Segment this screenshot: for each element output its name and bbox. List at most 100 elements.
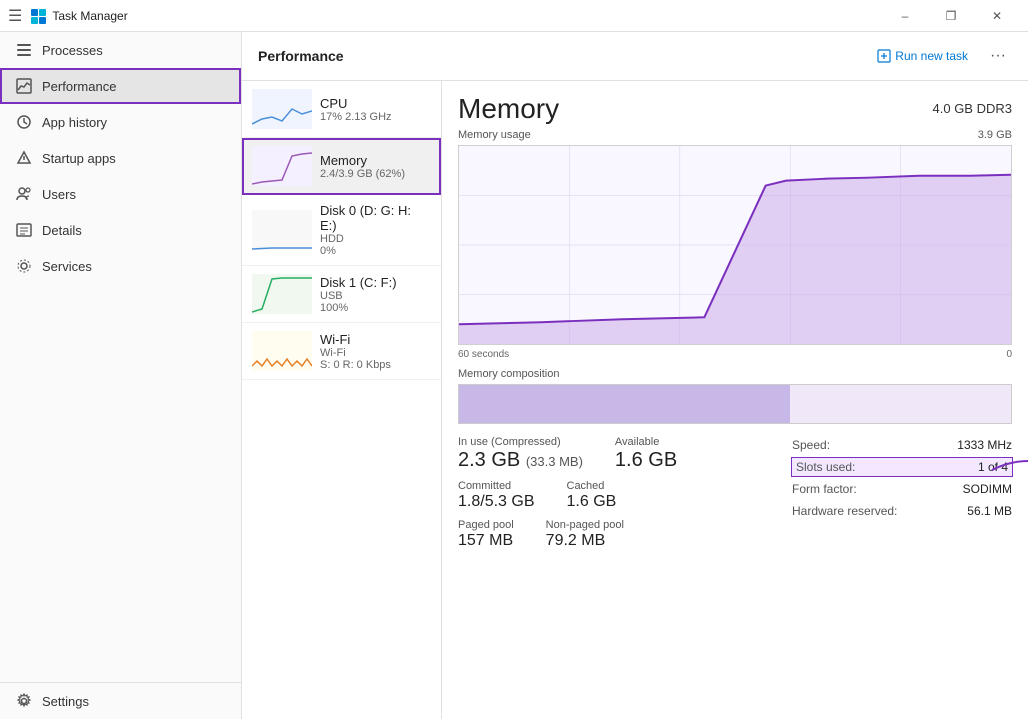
right-stats-container: Speed: 1333 MHz Slots used: 1 of 4 Form … — [792, 436, 1012, 520]
left-stats: In use (Compressed) 2.3 GB (33.3 MB) Ava… — [458, 436, 776, 550]
form-factor-label: Form factor: — [792, 482, 857, 496]
cpu-info: CPU 17% 2.13 GHz — [320, 96, 431, 123]
content-title: Performance — [258, 48, 869, 64]
hw-reserved-value: 56.1 MB — [967, 504, 1012, 518]
device-item-disk1[interactable]: Disk 1 (C: F:) USB 100% — [242, 266, 441, 323]
disk0-mini-chart — [252, 210, 312, 250]
slots-used-stat-row: Slots used: 1 of 4 — [792, 458, 1012, 476]
paged-pool-value: 157 MB — [458, 531, 514, 550]
memory-type: 4.0 GB DDR3 — [933, 101, 1012, 116]
detail-title: Memory — [458, 93, 559, 125]
available-stat: Available 1.6 GB — [615, 436, 677, 472]
performance-label: Performance — [42, 79, 116, 94]
memory-mini-chart — [252, 146, 312, 186]
more-options-button[interactable]: ··· — [984, 42, 1012, 70]
close-button[interactable]: ✕ — [974, 0, 1020, 32]
performance-icon — [16, 78, 32, 94]
memory-info: Memory 2.4/3.9 GB (62%) — [320, 153, 431, 180]
content-header: Performance Run new task ··· — [242, 32, 1028, 81]
sidebar: Processes Performance App history Startu… — [0, 32, 242, 719]
sidebar-item-settings[interactable]: Settings — [0, 682, 241, 719]
in-use-value: 2.3 GB (33.3 MB) — [458, 448, 583, 472]
in-use-compressed: (33.3 MB) — [526, 454, 583, 469]
hamburger-menu-icon[interactable]: ☰ — [8, 6, 22, 26]
device-item-disk0[interactable]: Disk 0 (D: G: H: E:) HDD 0% — [242, 195, 441, 266]
non-paged-label: Non-paged pool — [546, 519, 624, 531]
header-actions: Run new task ··· — [869, 42, 1012, 70]
chart-zero-label: 0 — [1006, 349, 1012, 360]
wifi-name: Wi-Fi — [320, 332, 431, 347]
slots-label: Slots used: — [796, 460, 855, 474]
run-new-task-button[interactable]: Run new task — [869, 45, 976, 67]
composition-label: Memory composition — [458, 368, 1012, 380]
sidebar-item-performance[interactable]: Performance — [0, 68, 241, 104]
hw-reserved-stat-row: Hardware reserved: 56.1 MB — [792, 502, 1012, 520]
performance-layout: CPU 17% 2.13 GHz Memory 2.4/3.9 GB (62%) — [242, 81, 1028, 719]
disk0-sub: HDD — [320, 233, 431, 245]
details-icon — [16, 222, 32, 238]
services-label: Services — [42, 259, 92, 274]
wifi-mini-chart — [252, 331, 312, 371]
available-value: 1.6 GB — [615, 448, 677, 472]
detail-header: Memory 4.0 GB DDR3 — [458, 93, 1012, 125]
sidebar-item-startup[interactable]: Startup apps — [0, 140, 241, 176]
memory-sub: 2.4/3.9 GB (62%) — [320, 168, 431, 180]
sidebar-item-users[interactable]: Users — [0, 176, 241, 212]
in-use-label: In use (Compressed) — [458, 436, 583, 448]
paged-pool-stat: Paged pool 157 MB — [458, 519, 514, 550]
hw-reserved-label: Hardware reserved: — [792, 504, 897, 518]
cached-label: Cached — [567, 480, 617, 492]
usage-label: Memory usage — [458, 129, 531, 141]
disk1-info: Disk 1 (C: F:) USB 100% — [320, 275, 431, 314]
memory-chart-svg — [459, 146, 1011, 344]
chart-time-label: 60 seconds — [458, 349, 509, 360]
chart-labels: 60 seconds 0 — [458, 349, 1012, 360]
sidebar-item-services[interactable]: Services — [0, 248, 241, 284]
device-item-cpu[interactable]: CPU 17% 2.13 GHz — [242, 81, 441, 138]
form-factor-stat-row: Form factor: SODIMM — [792, 480, 1012, 498]
right-stats: Speed: 1333 MHz Slots used: 1 of 4 Form … — [792, 436, 1012, 520]
stats-row-3: Paged pool 157 MB Non-paged pool 79.2 MB — [458, 519, 776, 550]
detail-subtitle: Memory usage 3.9 GB — [458, 129, 1012, 141]
device-item-memory[interactable]: Memory 2.4/3.9 GB (62%) — [242, 138, 441, 195]
in-use-stat: In use (Compressed) 2.3 GB (33.3 MB) — [458, 436, 583, 472]
memory-chart — [458, 145, 1012, 345]
title-bar: ☰ Task Manager – ❐ ✕ — [0, 0, 1028, 32]
detail-panel: Memory 4.0 GB DDR3 Memory usage 3.9 GB — [442, 81, 1028, 719]
speed-label: Speed: — [792, 438, 830, 452]
speed-stat-row: Speed: 1333 MHz — [792, 436, 1012, 454]
sidebar-item-details[interactable]: Details — [0, 212, 241, 248]
cpu-name: CPU — [320, 96, 431, 111]
disk0-info: Disk 0 (D: G: H: E:) HDD 0% — [320, 203, 431, 257]
cached-stat: Cached 1.6 GB — [567, 480, 617, 511]
details-label: Details — [42, 223, 82, 238]
sidebar-item-app-history[interactable]: App history — [0, 104, 241, 140]
minimize-button[interactable]: – — [882, 0, 928, 32]
paged-pool-label: Paged pool — [458, 519, 514, 531]
app-icon — [30, 8, 46, 24]
main-layout: Processes Performance App history Startu… — [0, 32, 1028, 719]
app-history-icon — [16, 114, 32, 130]
settings-icon — [16, 693, 32, 709]
wifi-sub: Wi-Fi — [320, 347, 431, 359]
startup-label: Startup apps — [42, 151, 116, 166]
memory-name: Memory — [320, 153, 431, 168]
stats-row-1: In use (Compressed) 2.3 GB (33.3 MB) Ava… — [458, 436, 776, 472]
composition-standby — [790, 385, 1011, 423]
committed-stat: Committed 1.8/5.3 GB — [458, 480, 535, 511]
cpu-sub: 17% 2.13 GHz — [320, 111, 431, 123]
max-label: 3.9 GB — [978, 129, 1012, 141]
disk1-sub: USB — [320, 290, 431, 302]
sidebar-item-processes[interactable]: Processes — [0, 32, 241, 68]
restore-button[interactable]: ❐ — [928, 0, 974, 32]
disk1-sub2: 100% — [320, 302, 431, 314]
committed-label: Committed — [458, 480, 535, 492]
available-label: Available — [615, 436, 677, 448]
users-icon — [16, 186, 32, 202]
window-controls: – ❐ ✕ — [882, 0, 1020, 32]
run-task-icon — [877, 49, 891, 63]
device-item-wifi[interactable]: Wi-Fi Wi-Fi S: 0 R: 0 Kbps — [242, 323, 441, 380]
settings-label: Settings — [42, 694, 89, 709]
startup-icon — [16, 150, 32, 166]
services-icon — [16, 258, 32, 274]
